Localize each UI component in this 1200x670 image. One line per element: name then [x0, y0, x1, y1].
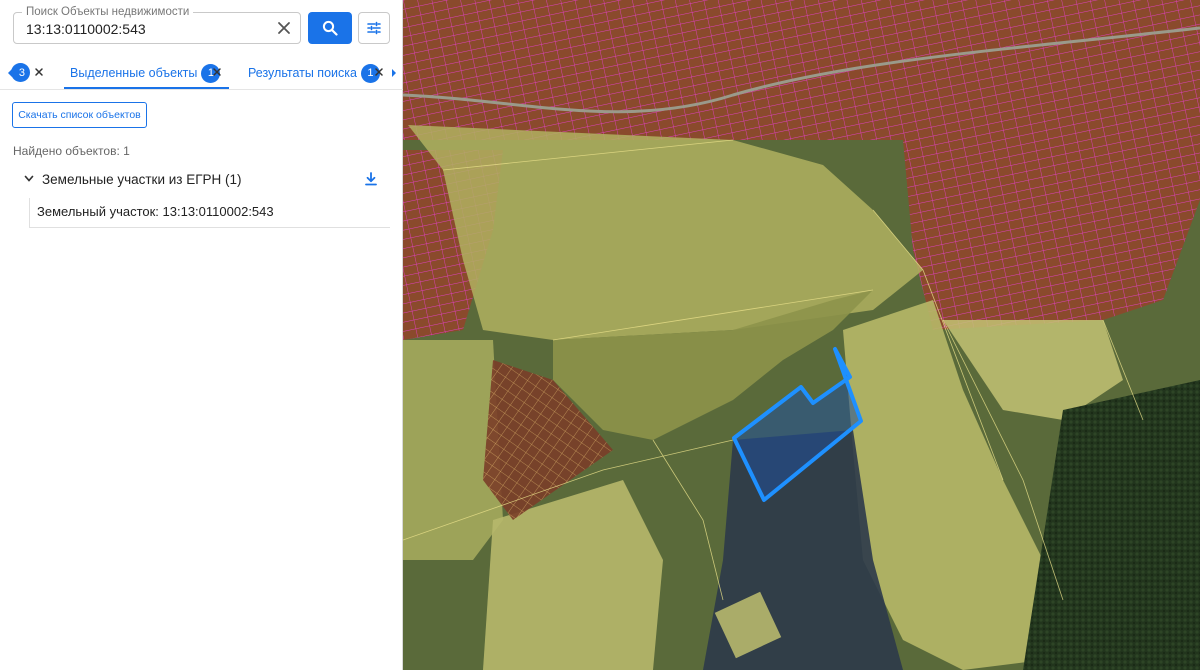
list-item[interactable]: Земельный участок: 13:13:0110002:543 — [29, 198, 390, 228]
tab-results-label: Результаты поиска — [248, 66, 357, 80]
chevron-down-icon — [24, 175, 34, 182]
tab-search-results[interactable]: Результаты поиска 1 — [248, 56, 380, 90]
tab-selected-objects[interactable]: Выделенные объекты 1 — [70, 56, 221, 90]
village-plots-top — [403, 0, 1200, 140]
filter-button[interactable] — [358, 12, 390, 44]
download-list-button[interactable]: Скачать список объектов — [12, 102, 147, 128]
map-view[interactable] — [403, 0, 1200, 670]
tab-selected-close-icon[interactable] — [211, 66, 223, 78]
group-title: Земельные участки из ЕГРН (1) — [42, 172, 242, 187]
search-icon — [322, 20, 338, 36]
tab-selected-label: Выделенные объекты — [70, 66, 198, 80]
chevron-right-icon[interactable] — [390, 67, 398, 79]
tab-partial-close-icon[interactable] — [33, 66, 45, 78]
side-panel: Поиск Объекты недвижимости 13:13:0110002… — [0, 0, 403, 670]
close-icon — [278, 22, 290, 34]
search-legend: Поиск Объекты недвижимости — [22, 6, 194, 18]
search-field[interactable]: Поиск Объекты недвижимости — [13, 6, 301, 44]
active-tab-indicator — [64, 87, 229, 89]
clear-button[interactable] — [272, 16, 296, 40]
tab-partial-badge: 3 — [11, 63, 30, 82]
tune-icon — [367, 21, 381, 35]
tab-results-close-icon[interactable] — [373, 66, 385, 78]
search-button[interactable] — [308, 12, 352, 44]
village-plots-right — [903, 110, 1200, 330]
group-header-land-plots[interactable]: Земельные участки из ЕГРН (1) — [18, 168, 390, 192]
found-count: Найдено объектов: 1 — [13, 144, 130, 158]
cadastral-map-app: Поиск Объекты недвижимости 13:13:0110002… — [0, 0, 1200, 670]
satellite-map[interactable] — [403, 0, 1200, 670]
download-icon[interactable] — [362, 170, 380, 188]
list-item-label: Земельный участок: 13:13:0110002:543 — [37, 204, 274, 219]
search-input[interactable] — [26, 19, 266, 39]
tabs-bar: 3 Выделенные объекты 1 Результаты поиска… — [0, 56, 403, 90]
